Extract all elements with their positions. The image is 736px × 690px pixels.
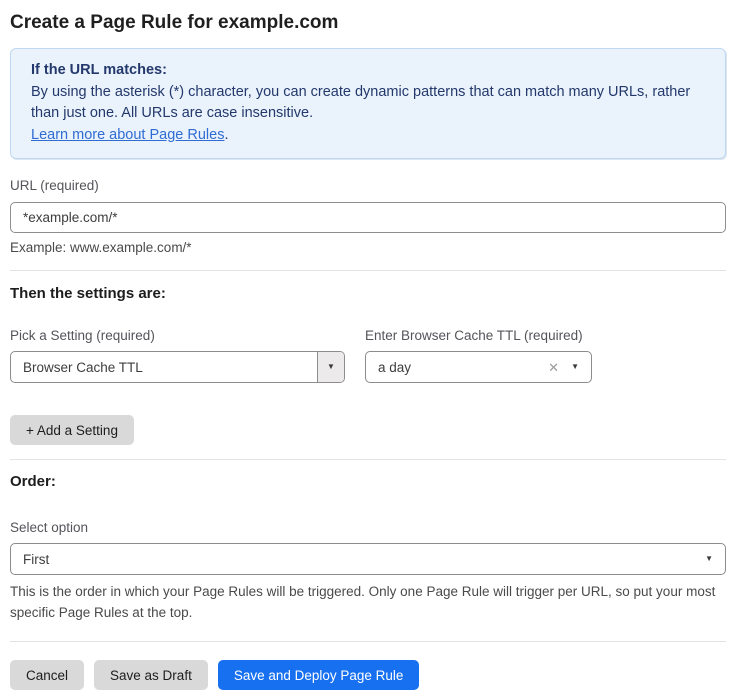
setting-picker-caret-button[interactable]: ▼ [317,352,344,382]
add-setting-button[interactable]: + Add a Setting [10,415,134,445]
url-matches-info-box: If the URL matches: By using the asteris… [10,48,726,159]
setting-picker-column: Pick a Setting (required) Browser Cache … [10,328,345,383]
order-select[interactable]: First ▼ [10,543,726,575]
settings-section-heading: Then the settings are: [10,285,726,302]
cancel-button[interactable]: Cancel [10,660,84,690]
order-select-label: Select option [10,520,726,536]
info-box-body: By using the asterisk (*) character, you… [31,82,705,125]
ttl-picker-value: a day [366,360,548,375]
save-as-draft-button[interactable]: Save as Draft [94,660,208,690]
order-select-value: First [11,552,705,567]
clear-icon[interactable]: ✕ [548,361,559,374]
info-box-link-line: Learn more about Page Rules. [31,125,705,147]
settings-row: Pick a Setting (required) Browser Cache … [10,328,726,383]
divider [10,641,726,642]
setting-picker-value: Browser Cache TTL [11,360,317,375]
url-input[interactable] [10,202,726,233]
chevron-down-icon: ▼ [705,555,713,563]
link-suffix: . [224,127,228,143]
learn-more-page-rules-link[interactable]: Learn more about Page Rules [31,127,224,143]
divider [10,270,726,271]
divider [10,459,726,460]
info-box-heading: If the URL matches: [31,60,705,82]
ttl-picker-label: Enter Browser Cache TTL (required) [365,328,592,344]
page-title: Create a Page Rule for example.com [10,10,726,36]
order-section-heading: Order: [10,473,726,490]
order-helper-text: This is the order in which your Page Rul… [10,581,726,623]
ttl-picker-column: Enter Browser Cache TTL (required) a day… [365,328,592,383]
footer-button-bar: Cancel Save as Draft Save and Deploy Pag… [10,660,726,690]
url-field-label: URL (required) [10,178,726,194]
chevron-down-icon: ▼ [571,363,579,371]
ttl-picker-select[interactable]: a day ✕ ▼ [365,351,592,383]
setting-picker-select[interactable]: Browser Cache TTL ▼ [10,351,345,383]
url-example-helper: Example: www.example.com/* [10,240,726,255]
chevron-down-icon: ▼ [327,363,335,371]
setting-picker-label: Pick a Setting (required) [10,328,345,344]
save-and-deploy-button[interactable]: Save and Deploy Page Rule [218,660,420,690]
